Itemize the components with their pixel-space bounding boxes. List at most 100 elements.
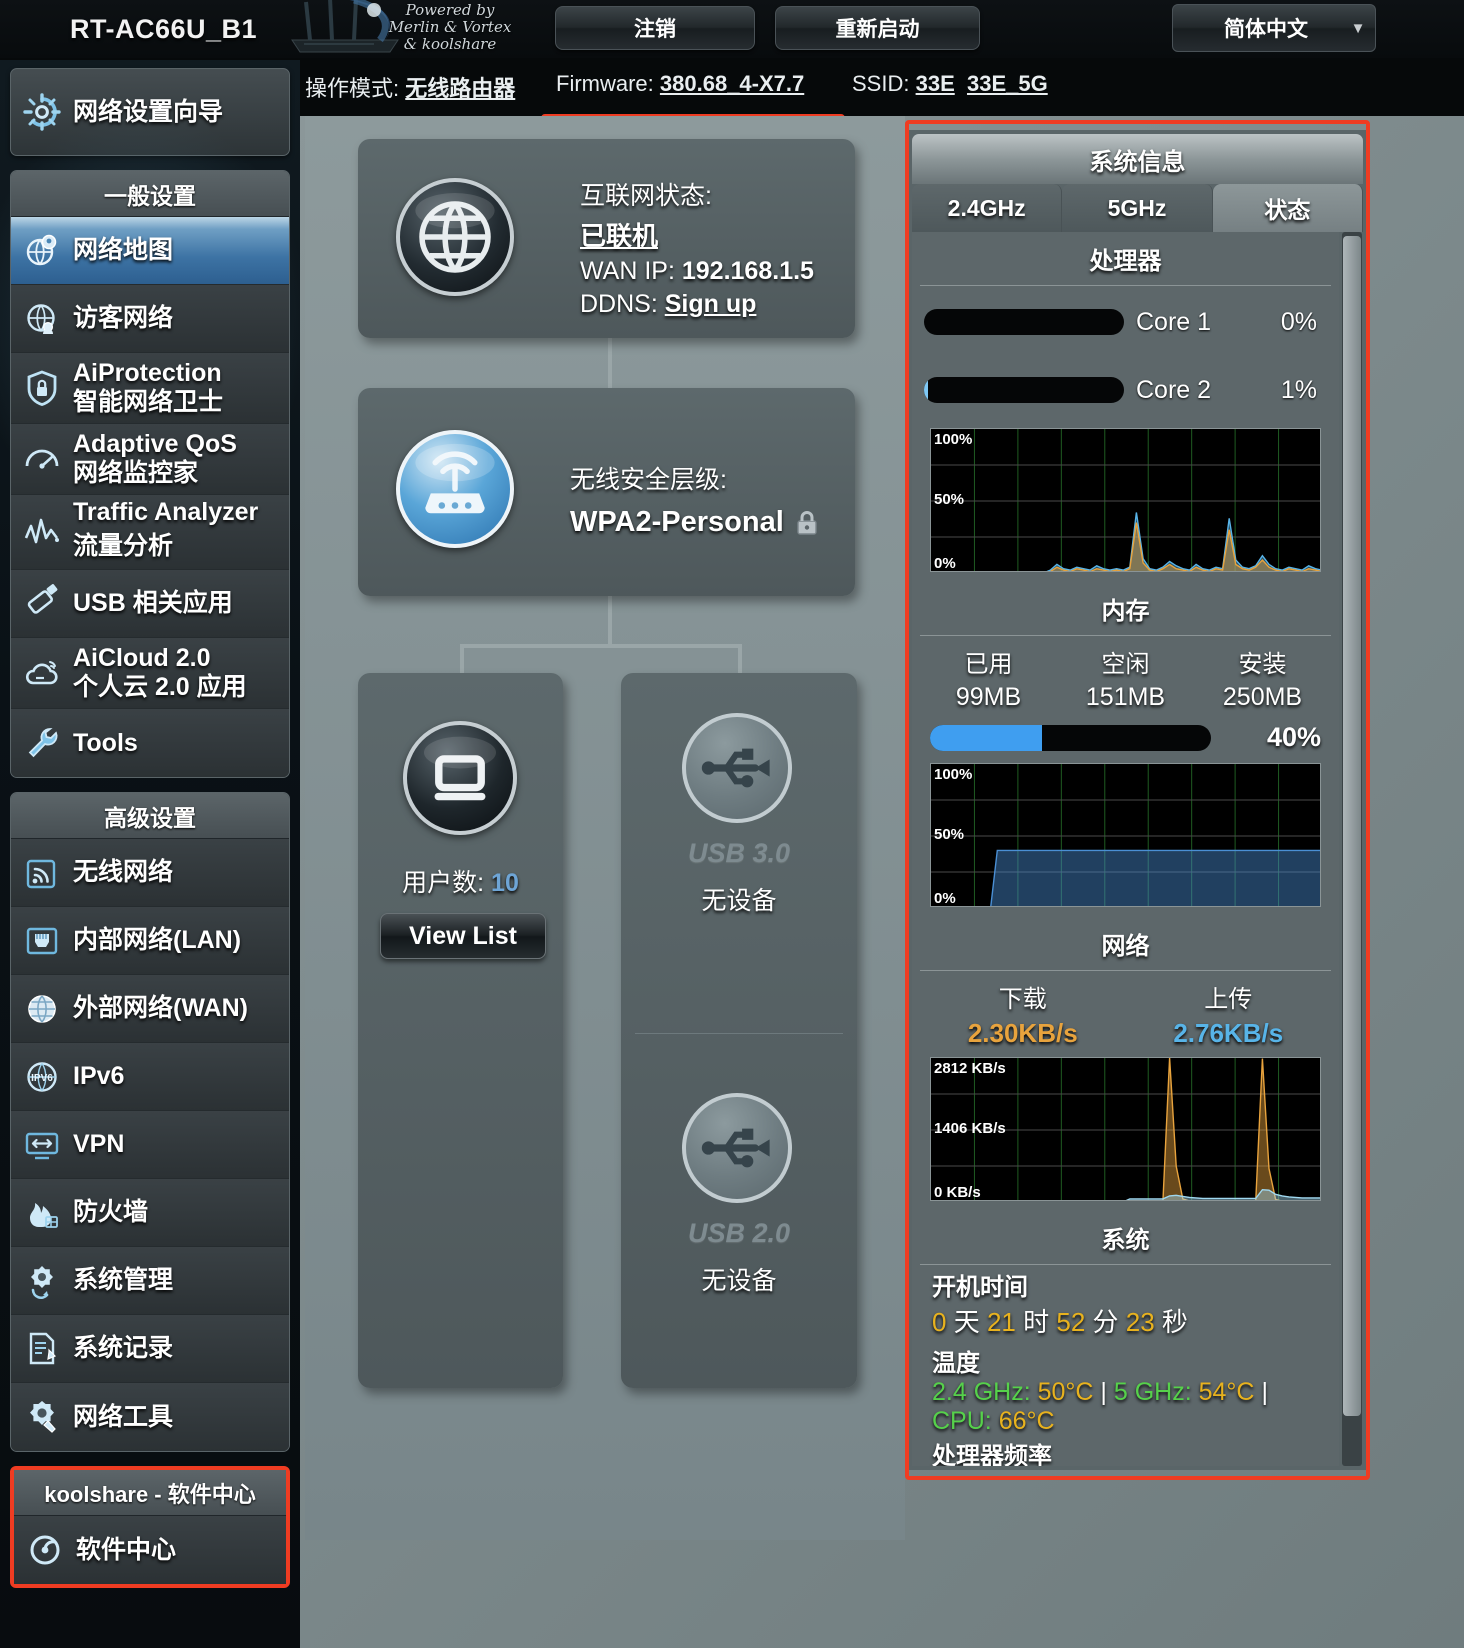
reboot-button[interactable]: 重新启动 xyxy=(775,6,980,50)
client-count-row: 用户数: 10 xyxy=(358,863,563,899)
usb3-status: 无设备 xyxy=(701,887,777,915)
ssid-info: SSID: 33E 33E_5G xyxy=(852,71,1048,97)
internet-node[interactable]: 互联网状态: 已联机 WAN IP: 192.168.1.5 DDNS: Sig… xyxy=(358,139,855,338)
sidebar-item-lan[interactable]: 内部网络(LAN) xyxy=(11,907,289,975)
wrench-icon xyxy=(11,723,73,763)
usb-icon xyxy=(682,1093,792,1203)
sidebar-item-aicloud[interactable]: AiCloud 2.0 个人云 2.0 应用 xyxy=(11,638,289,709)
usb-node[interactable]: USB 3.0 无设备 USB 2.0 无设备 xyxy=(621,673,857,1388)
sidebar-item-softcenter[interactable]: 软件中心 xyxy=(14,1516,286,1584)
guest-network-icon xyxy=(11,299,73,339)
sidebar-item-label: 系统记录 xyxy=(73,1334,174,1362)
sidebar-item-label: 外部网络(WAN) xyxy=(73,994,248,1022)
clients-node[interactable]: 用户数: 10 View List xyxy=(358,673,563,1388)
sidebar-item-aiprotection[interactable]: AiProtection 智能网络卫士 xyxy=(11,353,289,424)
language-label: 简体中文 xyxy=(1224,18,1308,41)
traffic-wave-icon xyxy=(11,512,73,552)
cloud-icon xyxy=(11,653,73,693)
sidebar-item-label: Traffic Analyzer 流量分析 xyxy=(73,495,264,563)
sidebar-item-firewall[interactable]: 防火墙 xyxy=(11,1179,289,1247)
operation-mode-value[interactable]: 无线路由器 xyxy=(405,76,515,101)
sidebar-item-label: 无线网络 xyxy=(73,858,174,886)
sidebar-item-guest-network[interactable]: 访客网络 xyxy=(11,285,289,353)
client-count-label: 用户数: xyxy=(402,869,485,897)
view-list-button[interactable]: View List xyxy=(380,913,546,959)
shield-lock-icon xyxy=(11,368,73,408)
sidebar-item-usb-application[interactable]: USB 相关应用 xyxy=(11,570,289,638)
connector-line xyxy=(460,644,742,648)
sidebar-item-label-main: AiProtection xyxy=(73,359,222,387)
router-node[interactable]: 无线安全层级: WPA2-Personal xyxy=(358,388,855,596)
sidebar-item-label-sub: 流量分析 xyxy=(73,532,174,560)
router-model-name: RT-AC66U_B1 xyxy=(70,14,258,44)
svg-text:IPV6: IPV6 xyxy=(31,1073,53,1084)
connector-line xyxy=(608,338,612,388)
sidebar-item-tools[interactable]: Tools xyxy=(11,709,289,777)
usb-divider xyxy=(635,1033,843,1034)
language-selector[interactable]: 简体中文 ▼ xyxy=(1172,4,1376,52)
ssid-5ghz[interactable]: 33E_5G xyxy=(967,71,1048,96)
sidebar-item-network-tools[interactable]: 网络工具 xyxy=(11,1383,289,1451)
sidebar-item-system-log[interactable]: 系统记录 xyxy=(11,1315,289,1383)
sidebar-item-network-map[interactable]: 网络地图 xyxy=(11,217,289,285)
sidebar-group-general: 一般设置 网络地图 访客网络 AiProtection 智能网络卫士 Adapt… xyxy=(10,170,290,778)
usb2-caption: USB 2.0 无设备 xyxy=(621,1218,857,1297)
sidebar-item-label: 软件中心 xyxy=(76,1535,177,1564)
lock-icon xyxy=(797,510,817,535)
gauge-icon xyxy=(11,439,73,479)
network-map-icon xyxy=(11,231,73,271)
internet-status-value[interactable]: 已联机 xyxy=(580,216,814,253)
client-monitor-icon xyxy=(403,721,517,835)
wan-ip-label: WAN IP: xyxy=(580,257,675,285)
client-count-value: 10 xyxy=(491,869,519,897)
wan-ip-value: 192.168.1.5 xyxy=(681,257,814,285)
sidebar-item-label: 系统管理 xyxy=(73,1266,174,1294)
ssid-24ghz[interactable]: 33E xyxy=(916,71,955,96)
globe-icon xyxy=(396,178,514,296)
main-content: 互联网状态: 已联机 WAN IP: 192.168.1.5 DDNS: Sig… xyxy=(300,116,1464,1648)
sidebar-item-label: 网络工具 xyxy=(73,1402,174,1431)
usb3-name: USB 3.0 xyxy=(687,838,791,868)
sidebar-item-wan[interactable]: 外部网络(WAN) xyxy=(11,975,289,1043)
wireless-security-row: WPA2-Personal xyxy=(570,506,818,539)
firmware-version[interactable]: 380.68_4-X7.7 xyxy=(660,71,804,96)
sidebar-item-administration[interactable]: 系统管理 xyxy=(11,1247,289,1315)
vpn-monitor-icon xyxy=(11,1125,73,1165)
sidebar-item-wireless[interactable]: 无线网络 xyxy=(11,839,289,907)
sidebar-item-label-main: Adaptive QoS xyxy=(73,430,237,458)
sidebar-item-label: Adaptive QoS 网络监控家 xyxy=(73,430,243,488)
syslog-icon xyxy=(11,1329,73,1369)
sidebar-item-label: 内部网络(LAN) xyxy=(73,926,242,954)
system-info-highlight-box xyxy=(905,120,1370,1480)
wan-ip-row: WAN IP: 192.168.1.5 xyxy=(580,257,814,286)
connector-line xyxy=(460,644,464,674)
ddns-signup-link[interactable]: Sign up xyxy=(665,290,757,318)
softcenter-icon xyxy=(14,1530,76,1570)
usb-icon xyxy=(682,713,792,823)
admin-gear-icon xyxy=(11,1261,73,1301)
ddns-label: DDNS: xyxy=(580,290,658,318)
logout-button[interactable]: 注销 xyxy=(555,6,755,50)
sidebar-item-label: VPN xyxy=(73,1130,125,1158)
sidebar-item-vpn[interactable]: VPN xyxy=(11,1111,289,1179)
sidebar-item-ipv6[interactable]: IPV6 IPv6 xyxy=(11,1043,289,1111)
internet-status-text: 互联网状态: 已联机 WAN IP: 192.168.1.5 DDNS: Sig… xyxy=(580,176,814,319)
connector-line xyxy=(608,596,612,644)
ddns-row: DDNS: Sign up xyxy=(580,290,814,319)
sidebar-item-label: 访客网络 xyxy=(73,304,174,332)
firmware-info: Firmware: 380.68_4-X7.7 xyxy=(556,71,804,97)
sidebar-item-adaptive-qos[interactable]: Adaptive QoS 网络监控家 xyxy=(11,424,289,495)
operation-mode-label: 操作模式: xyxy=(305,76,400,101)
ssid-label: SSID: xyxy=(852,71,910,96)
wireless-security-value: WPA2-Personal xyxy=(570,506,784,538)
sidebar-item-label: USB 相关应用 xyxy=(73,589,233,617)
ipv6-globe-icon: IPV6 xyxy=(11,1057,73,1097)
operation-mode: 操作模式: 无线路由器 xyxy=(305,71,515,103)
usb2-status: 无设备 xyxy=(701,1267,777,1295)
internet-status-label: 互联网状态: xyxy=(580,182,712,210)
chevron-down-icon: ▼ xyxy=(1350,19,1366,37)
router-icon xyxy=(396,430,514,548)
sidebar-item-label: Tools xyxy=(73,728,138,757)
sidebar-item-traffic-analyzer[interactable]: Traffic Analyzer 流量分析 xyxy=(11,495,289,570)
firmware-label: Firmware: xyxy=(556,71,654,96)
